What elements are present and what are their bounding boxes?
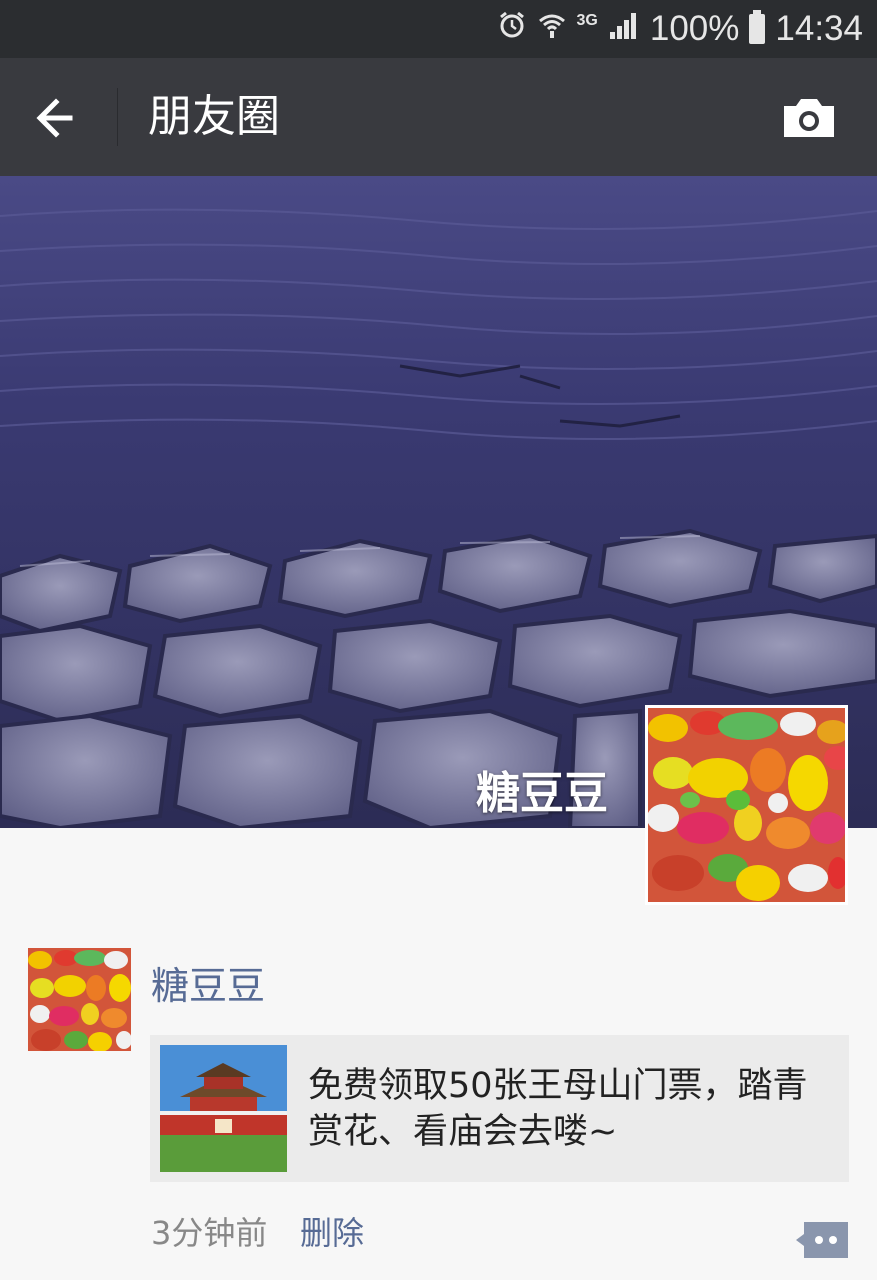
jellybean-avatar-image: [28, 948, 132, 1052]
comment-dots-icon: [796, 1222, 848, 1258]
arrow-left-icon: [36, 98, 73, 138]
comment-button[interactable]: [794, 1220, 850, 1260]
link-title: 免费领取50张王母山门票，踏青赏花、看庙会去喽~: [308, 1066, 808, 1152]
title-bar: 朋友圈: [0, 58, 877, 176]
page-title: 朋友圈: [148, 91, 280, 142]
post-author-name[interactable]: 糖豆豆: [151, 955, 265, 1010]
back-button[interactable]: [30, 88, 90, 148]
network-type: 3G: [576, 12, 598, 29]
profile-avatar[interactable]: [645, 705, 852, 905]
status-bar: 3G 100% 14:34: [0, 0, 877, 58]
cover-username: 糖豆豆: [476, 768, 608, 819]
link-thumbnail: [160, 1045, 287, 1172]
temple-thumbnail-image: [160, 1045, 287, 1172]
post-timestamp: 3分钟前: [151, 1214, 268, 1252]
camera-button[interactable]: [780, 96, 838, 140]
clock: 14:34: [775, 9, 863, 48]
wifi-icon: [537, 9, 567, 49]
post-author-avatar[interactable]: [28, 948, 132, 1052]
alarm-icon: [497, 9, 527, 49]
title-divider: [117, 88, 118, 146]
delete-button[interactable]: 删除: [300, 1208, 364, 1254]
jellybean-avatar-image: [647, 708, 852, 902]
shared-link-card[interactable]: 免费领取50张王母山门票，踏青赏花、看庙会去喽~: [150, 1035, 849, 1182]
battery-icon: [749, 10, 766, 44]
status-indicators: 3G 100% 14:34: [497, 0, 863, 58]
battery-percent: 100%: [649, 9, 740, 48]
signal-icon: [608, 9, 640, 49]
camera-icon: [784, 99, 834, 137]
